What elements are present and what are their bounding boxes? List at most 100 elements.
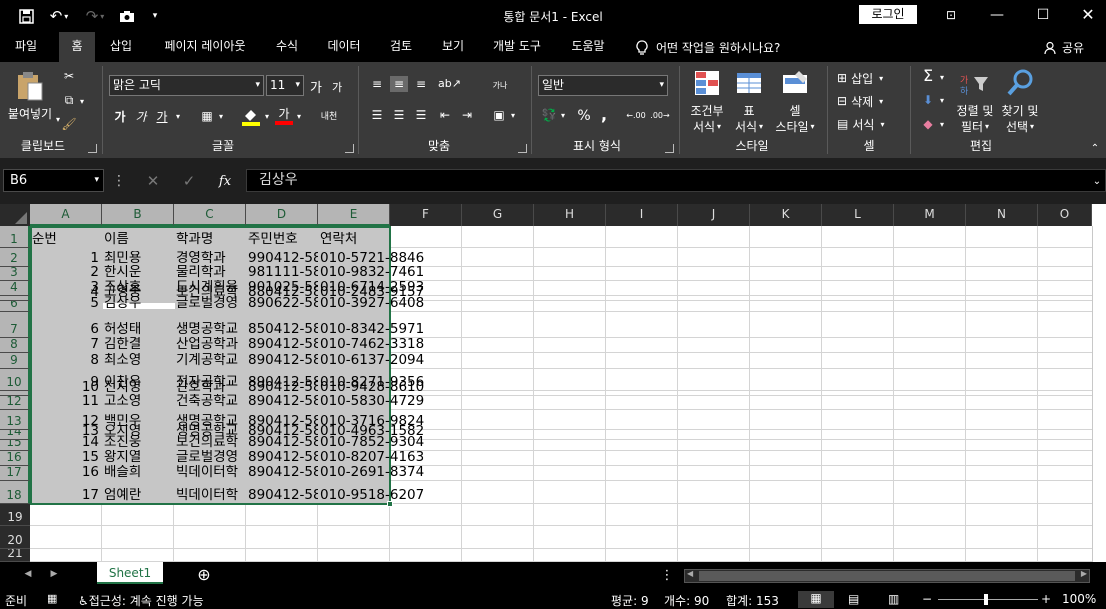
expand-formula-icon[interactable]: ⌄ xyxy=(1090,172,1104,190)
decrease-decimal-icon[interactable]: .00→ xyxy=(650,108,670,124)
save-icon[interactable] xyxy=(16,6,36,26)
clear-dropdown-icon[interactable]: ▾ xyxy=(937,117,947,133)
insert-function-button[interactable]: fx xyxy=(214,171,236,191)
merge-center-icon[interactable]: ▣ xyxy=(490,107,508,123)
cell-a11[interactable]: 10 xyxy=(30,380,99,395)
cell-e8[interactable]: 010-7462-3318 xyxy=(320,337,430,352)
row-header-20[interactable]: 20 xyxy=(0,526,30,549)
cell-a17[interactable]: 16 xyxy=(30,465,99,480)
zoom-level[interactable]: 100% xyxy=(1062,592,1096,606)
new-sheet-icon[interactable]: ⊕ xyxy=(195,565,213,584)
cell-a6[interactable]: 5 xyxy=(30,296,99,311)
font-size-combo[interactable]: 11 ▾ xyxy=(266,75,304,96)
column-header-n[interactable]: N xyxy=(966,204,1038,226)
row-header-8[interactable]: 8 xyxy=(0,338,30,353)
minimize-icon[interactable]: — xyxy=(982,4,1012,26)
delete-cells-button[interactable]: ⊟ 삭제 ▾ xyxy=(837,92,899,110)
maximize-icon[interactable]: ☐ xyxy=(1028,4,1058,26)
row-header-18[interactable]: 18 xyxy=(0,481,30,504)
ribbon-display-icon[interactable]: ⊡ xyxy=(936,4,966,26)
cancel-entry-icon[interactable]: ✕ xyxy=(144,171,162,191)
cell-b17[interactable]: 배슬희 xyxy=(104,465,174,480)
cell-a3[interactable]: 2 xyxy=(30,265,99,280)
tab-help[interactable]: 도움말 xyxy=(563,32,613,62)
copy-dropdown-icon[interactable]: ▾ xyxy=(77,94,87,110)
cell-e9[interactable]: 010-6137-2094 xyxy=(320,353,430,368)
fill-color-icon[interactable] xyxy=(240,106,262,126)
camera-icon[interactable] xyxy=(116,6,138,26)
cell-c18[interactable]: 빅데이터학 xyxy=(176,488,246,503)
cell-d16[interactable]: 890412-58 xyxy=(248,450,318,465)
prev-sheet-icon[interactable]: ◀ xyxy=(22,567,34,581)
cell-a12[interactable]: 11 xyxy=(30,394,99,409)
fill-color-dropdown-icon[interactable]: ▾ xyxy=(262,109,272,125)
sheet-tab-sheet1[interactable]: Sheet1 xyxy=(97,562,163,584)
border-dropdown-icon[interactable]: ▾ xyxy=(216,109,226,125)
align-center-icon[interactable]: ☰ xyxy=(390,107,408,123)
column-header-j[interactable]: J xyxy=(678,204,750,226)
worksheet-grid[interactable]: ABCDEFGHIJKLMNO 123456789101112131415161… xyxy=(0,204,1106,562)
cell-b9[interactable]: 최소영 xyxy=(104,353,174,368)
confirm-entry-icon[interactable]: ✓ xyxy=(180,171,198,191)
wrap-text-button[interactable]: 가나 xyxy=(490,75,510,95)
cell-d8[interactable]: 890412-58 xyxy=(248,337,318,352)
number-launcher-icon[interactable] xyxy=(665,144,674,153)
column-header-c[interactable]: C xyxy=(174,204,246,226)
conditional-format-icon[interactable] xyxy=(692,68,722,98)
autosum-dropdown-icon[interactable]: ▾ xyxy=(937,70,947,86)
row-header-12[interactable]: 12 xyxy=(0,396,30,410)
cell-c12[interactable]: 건축공학교 xyxy=(176,394,246,409)
shrink-font-button[interactable]: 가 xyxy=(330,79,344,95)
cell-d1[interactable]: 주민번호 xyxy=(248,232,318,247)
cell-e11[interactable]: 010-9428-8610 xyxy=(320,380,430,395)
format-as-table-button[interactable]: 서식 ▾ xyxy=(728,118,770,134)
cell-b16[interactable]: 왕지열 xyxy=(104,450,174,465)
cell-c2[interactable]: 경영학과 xyxy=(176,251,246,266)
name-box[interactable]: B6 ▾ xyxy=(3,169,104,192)
tab-developer[interactable]: 개발 도구 xyxy=(486,32,548,62)
row-header-4[interactable]: 4 xyxy=(0,281,30,296)
zoom-in-button[interactable]: + xyxy=(1041,592,1051,606)
cell-d7[interactable]: 850412-58 xyxy=(248,322,318,337)
column-header-m[interactable]: M xyxy=(894,204,966,226)
cell-a15[interactable]: 14 xyxy=(30,435,99,450)
column-header-f[interactable]: F xyxy=(390,204,462,226)
cell-e17[interactable]: 010-2691-8374 xyxy=(320,465,430,480)
cell-e18[interactable]: 010-9518-6207 xyxy=(320,488,430,503)
grow-font-button[interactable]: 가 xyxy=(308,77,324,96)
cell-e15[interactable]: 010-7852-9304 xyxy=(320,435,430,450)
paste-button[interactable]: 붙여넣기 xyxy=(3,104,57,122)
scroll-right-icon[interactable]: ▶ xyxy=(1081,569,1087,578)
copy-icon[interactable]: ⧉ xyxy=(60,92,78,108)
cell-c8[interactable]: 산업공학과 xyxy=(176,337,246,352)
column-header-g[interactable]: G xyxy=(462,204,534,226)
horizontal-scrollbar[interactable]: ◀ ▶ xyxy=(684,569,1090,583)
phonetic-button[interactable]: 내천 xyxy=(318,105,340,125)
cell-c1[interactable]: 학과명 xyxy=(176,232,246,247)
align-left-icon[interactable]: ☰ xyxy=(368,107,386,123)
row-header-2[interactable]: 2 xyxy=(0,248,30,267)
cell-a7[interactable]: 6 xyxy=(30,322,99,337)
more-options-icon[interactable]: ⋮ xyxy=(112,172,126,190)
find-select-button[interactable]: 선택 ▾ xyxy=(996,118,1044,134)
align-right-icon[interactable]: ☰ xyxy=(412,107,430,123)
cell-c7[interactable]: 생명공학교 xyxy=(176,322,246,337)
cell-a16[interactable]: 15 xyxy=(30,450,99,465)
sort-filter-label-1[interactable]: 정렬 및 xyxy=(951,102,999,118)
column-header-e[interactable]: E xyxy=(318,204,390,226)
currency-icon[interactable]: 💱 xyxy=(540,107,558,123)
increase-indent-icon[interactable]: ⇥ xyxy=(458,107,476,123)
underline-button[interactable]: 가 xyxy=(154,107,170,125)
cell-c3[interactable]: 물리학과 xyxy=(176,265,246,280)
percent-button[interactable]: % xyxy=(576,107,592,125)
column-header-b[interactable]: B xyxy=(102,204,174,226)
login-button[interactable]: 로그인 xyxy=(859,5,917,24)
find-select-icon[interactable] xyxy=(1004,68,1036,98)
cell-styles-label-1[interactable]: 셀 xyxy=(781,102,809,118)
row-header-13[interactable]: 13 xyxy=(0,410,30,430)
cell-d12[interactable]: 890412-58 xyxy=(248,394,318,409)
tab-insert[interactable]: 삽입 xyxy=(102,32,140,62)
sort-filter-icon[interactable]: 가하 xyxy=(957,70,991,98)
scroll-left-icon[interactable]: ◀ xyxy=(687,569,693,578)
column-header-h[interactable]: H xyxy=(534,204,606,226)
